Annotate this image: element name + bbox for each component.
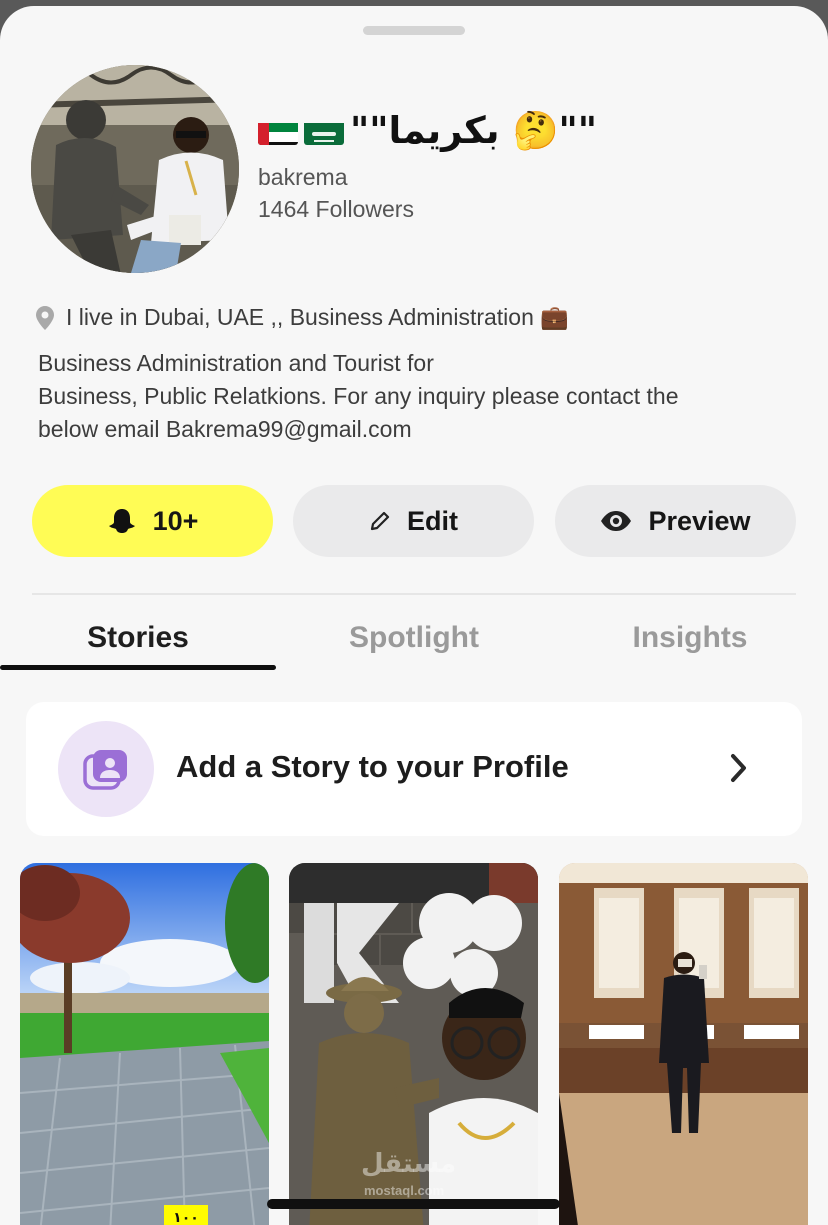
story-thumbnail-statue-selfie[interactable]: مستقل mostaql.com xyxy=(289,863,538,1225)
notifications-button[interactable]: 10+ xyxy=(32,485,273,557)
tab-stories[interactable]: Stories xyxy=(0,621,276,655)
display-name: ""🤔 بكريما"" xyxy=(258,109,597,153)
stacked-photo-icon xyxy=(83,750,127,790)
username: bakrema xyxy=(258,164,348,190)
home-indicator[interactable] xyxy=(267,1199,560,1209)
add-story-card[interactable]: Add a Story to your Profile xyxy=(26,702,802,836)
story-thumbnail-hallway[interactable] xyxy=(559,863,808,1225)
saudi-flag-icon xyxy=(304,117,344,145)
location-row: I live in Dubai, UAE ,, Business Adminis… xyxy=(36,304,569,331)
location-text: I live in Dubai, UAE ,, Business Adminis… xyxy=(66,304,569,330)
map-pin-icon xyxy=(36,305,54,330)
watermark-text: مستقل xyxy=(361,1148,457,1178)
tab-insights[interactable]: Insights xyxy=(552,621,828,655)
bio-text: Business Administration and Tourist for … xyxy=(38,350,679,442)
active-tab-indicator xyxy=(0,665,276,670)
profile-sheet: ""🤔 بكريما"" bakrema 1464 Followers I li… xyxy=(0,6,828,1225)
display-name-text: ""🤔 بكريما"" xyxy=(350,109,598,152)
ghost-bell-icon xyxy=(108,509,135,533)
hallway-photo xyxy=(559,863,808,1225)
section-divider xyxy=(32,593,796,595)
uae-flag-icon xyxy=(258,117,298,145)
profile-avatar[interactable] xyxy=(31,65,239,273)
story-thumbnail-park[interactable]: ١٠٠ xyxy=(20,863,269,1225)
chevron-right-icon xyxy=(731,754,746,782)
sheet-grabber[interactable] xyxy=(363,26,465,35)
followers-count[interactable]: 1464 Followers xyxy=(258,196,414,223)
add-story-icon-circle xyxy=(58,721,154,817)
pencil-icon xyxy=(370,511,390,531)
view-count-badge: ١٠٠ xyxy=(164,1205,208,1225)
edit-button[interactable]: Edit xyxy=(293,485,534,557)
avatar-photo xyxy=(31,65,239,273)
add-story-label: Add a Story to your Profile xyxy=(176,749,569,784)
eye-icon xyxy=(601,511,632,531)
watermark-subtext: mostaql.com xyxy=(364,1183,445,1198)
preview-button[interactable]: Preview xyxy=(555,485,796,557)
tab-spotlight[interactable]: Spotlight xyxy=(276,621,552,655)
preview-label: Preview xyxy=(648,505,751,536)
park-photo xyxy=(20,863,269,1225)
notifications-count: 10+ xyxy=(152,505,199,536)
edit-label: Edit xyxy=(407,505,458,536)
